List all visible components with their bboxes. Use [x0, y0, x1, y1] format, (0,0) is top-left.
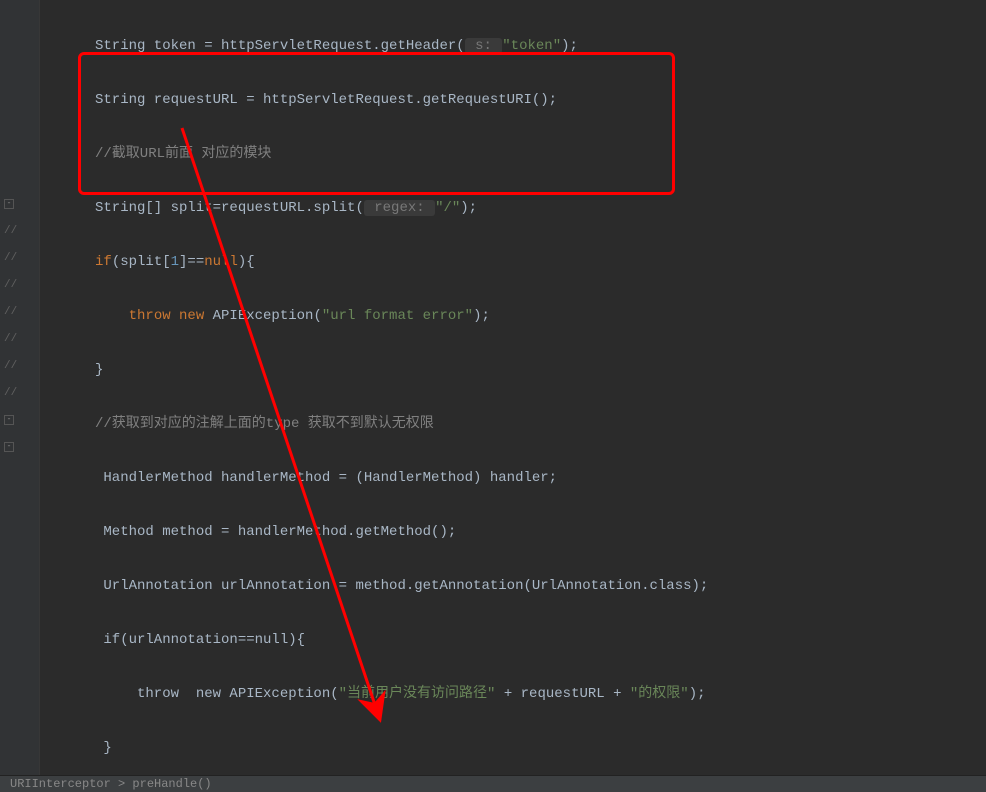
gutter-mark: //	[4, 225, 17, 237]
code-line: UrlAnnotation urlAnnotation = method.get…	[95, 573, 986, 600]
gutter-mark: //	[4, 252, 17, 264]
fold-icon[interactable]: -	[4, 199, 14, 209]
code-line: Method method = handlerMethod.getMethod(…	[95, 519, 986, 546]
fold-icon[interactable]: -	[4, 415, 14, 425]
code-line: }	[95, 357, 986, 384]
code-line: if(split[1]==null){	[95, 249, 986, 276]
code-line: //截取URL前面 对应的模块	[95, 141, 986, 168]
code-line: if(urlAnnotation==null){	[95, 627, 986, 654]
code-line: HandlerMethod handlerMethod = (HandlerMe…	[95, 465, 986, 492]
gutter-mark: //	[4, 333, 17, 345]
code-line: String[] split=requestURL.split( regex: …	[95, 195, 986, 222]
gutter: - // // // // // // // - -	[0, 0, 40, 775]
code-line: throw new APIException("url format error…	[95, 303, 986, 330]
code-line: //获取到对应的注解上面的type 获取不到默认无权限	[95, 411, 986, 438]
code-line: String requestURL = httpServletRequest.g…	[95, 87, 986, 114]
gutter-mark: //	[4, 360, 17, 372]
code-line: String token = httpServletRequest.getHea…	[95, 33, 986, 60]
gutter-mark: //	[4, 387, 17, 399]
code-area[interactable]: String token = httpServletRequest.getHea…	[40, 0, 986, 775]
code-line: }	[95, 735, 986, 762]
editor-wrap: - // // // // // // // - - String token …	[0, 0, 986, 775]
gutter-mark: //	[4, 306, 17, 318]
gutter-mark: //	[4, 279, 17, 291]
fold-icon[interactable]: -	[4, 442, 14, 452]
code-line: throw new APIException("当前用户没有访问路径" + re…	[95, 681, 986, 708]
